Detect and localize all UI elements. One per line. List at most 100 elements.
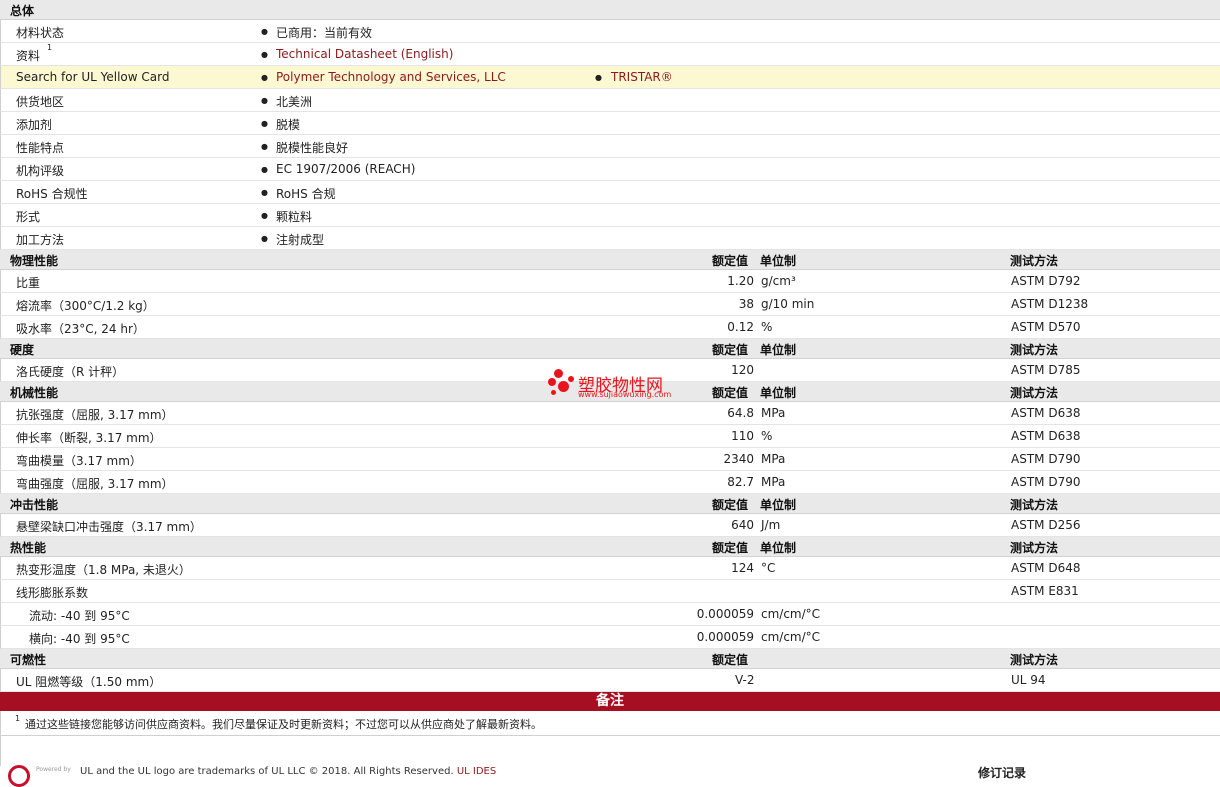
general-label: 机构评级 (16, 164, 65, 178)
bullet-icon: ● (595, 73, 602, 82)
general-row: 性能特点 ● 脱模性能良好 (0, 135, 1220, 158)
notes-header: 备注 (0, 692, 1220, 711)
bullet-icon: ● (261, 27, 268, 36)
general-value: 注射成型 (276, 233, 325, 247)
property-unit: % (761, 429, 773, 443)
general-row: 添加剂 ● 脱模 (0, 112, 1220, 135)
property-unit: g/10 min (761, 297, 815, 311)
general-label: 材料状态 (16, 26, 65, 40)
section-title: 总体 (10, 4, 35, 18)
method-column-header: 测试方法 (1010, 498, 1059, 512)
section-header: 冲击性能 额定值 单位制 测试方法 (0, 494, 1220, 514)
property-sections: 物理性能 额定值 单位制 测试方法 比重 1.20 g/cm³ ASTM D792 熔流率（30… (0, 250, 1220, 692)
note-item: 1 通过这些链接您能够访问供应商资料。我们尽量保证及时更新资料；不过您可以从供应… (0, 711, 1220, 736)
property-label: 流动: -40 到 95°C (29, 609, 130, 623)
value-column-header: 额定值 (712, 254, 749, 268)
general-row: 形式 ● 颗粒料 (0, 204, 1220, 227)
property-value: 1.20 (727, 274, 754, 288)
bullet-icon: ● (261, 119, 268, 128)
property-row: 横向: -40 到 95°C 0.000059 cm/cm/°C (0, 626, 1220, 649)
value-column-header: 额定值 (712, 653, 749, 667)
test-method: ASTM D785 (1011, 363, 1081, 377)
test-method: ASTM D256 (1011, 518, 1081, 532)
general-label: 加工方法 (16, 233, 65, 247)
bullet-icon: ● (261, 234, 268, 243)
property-value: 124 (731, 561, 754, 575)
property-row: 熔流率（300°C/1.2 kg） 38 g/10 min ASTM D1238 (0, 293, 1220, 316)
bullet-icon: ● (261, 142, 268, 151)
property-value: 82.7 (727, 475, 754, 489)
general-value: 已商用：当前有效 (276, 26, 373, 40)
property-value: 0.000059 (696, 607, 754, 621)
general-label: Search for UL Yellow Card (16, 70, 170, 84)
test-method: ASTM E831 (1011, 584, 1079, 598)
general-row: 资料 1 ● Technical Datasheet (English) (0, 43, 1220, 66)
general-label: 添加剂 (16, 118, 53, 132)
property-value: 0.12 (727, 320, 754, 334)
property-label: UL 阻燃等级（1.50 mm） (16, 675, 162, 689)
general-row: Search for UL Yellow Card ● Polymer Techno… (0, 66, 1220, 89)
property-row: 吸水率（23°C, 24 hr） 0.12% ASTM D570 (0, 316, 1220, 339)
watermark-logo-icon (548, 369, 578, 399)
general-row: 加工方法 ● 注射成型 (0, 227, 1220, 250)
test-method: ASTM D1238 (1011, 297, 1089, 311)
test-method: ASTM D570 (1011, 320, 1081, 334)
property-row: 线形膨胀系数 ASTM E831 (0, 580, 1220, 603)
test-method: ASTM D638 (1011, 429, 1081, 443)
supplier-link[interactable]: Technical Datasheet (English) (276, 47, 453, 61)
property-label: 比重 (16, 276, 41, 290)
property-value: 120 (731, 363, 754, 377)
revision-history-link[interactable]: 修订记录 (978, 764, 1026, 781)
property-label: 横向: -40 到 95°C (29, 632, 130, 646)
general-row: 材料状态 ● 已商用：当前有效 (0, 20, 1220, 43)
property-unit: cm/cm/°C (761, 630, 821, 644)
property-unit: J/m (761, 518, 781, 532)
property-label: 热变形温度（1.8 MPa, 未退火） (16, 563, 191, 577)
bullet-icon: ● (261, 96, 268, 105)
test-method: ASTM D792 (1011, 274, 1081, 288)
property-unit: g/cm³ (761, 274, 796, 288)
value-column-header: 额定值 (712, 541, 749, 555)
unit-column-header: 单位制 (760, 254, 797, 268)
property-row: 比重 1.20 g/cm³ ASTM D792 (0, 270, 1220, 293)
property-unit: cm/cm/°C (761, 607, 821, 621)
value-column-header: 额定值 (712, 343, 749, 357)
property-row: UL 阻燃等级（1.50 mm） V-2 UL 94 (0, 669, 1220, 692)
general-rows: 材料状态 ● 已商用：当前有效资料 1 ● Technical Datasheet (En… (0, 20, 1220, 250)
test-method: UL 94 (1011, 673, 1046, 687)
property-unit: °C (761, 561, 776, 575)
section-title: 可燃性 (10, 653, 47, 667)
method-column-header: 测试方法 (1010, 653, 1059, 667)
property-value: 64.8 (727, 406, 754, 420)
general-value: 脱模性能良好 (276, 141, 349, 155)
unit-column-header: 单位制 (760, 386, 797, 400)
general-value: EC 1907/2006 (REACH) (276, 162, 416, 176)
general-label: 性能特点 (16, 141, 65, 155)
supplier-link[interactable]: Polymer Technology and Services, LLC (276, 70, 506, 84)
note-text: 通过这些链接您能够访问供应商资料。我们尽量保证及时更新资料；不过您可以从供应商处… (25, 718, 542, 731)
footer: Powered by UL and the UL logo are tradem… (0, 760, 1220, 787)
property-label: 抗张强度（屈服, 3.17 mm） (16, 408, 174, 422)
general-row: 供货地区 ● 北美洲 (0, 89, 1220, 112)
method-column-header: 测试方法 (1010, 386, 1059, 400)
property-label: 弯曲强度（屈服, 3.17 mm） (16, 477, 174, 491)
property-row: 流动: -40 到 95°C 0.000059 cm/cm/°C (0, 603, 1220, 626)
general-row: RoHS 合规性 ● RoHS 合规 (0, 181, 1220, 204)
property-label: 伸长率（断裂, 3.17 mm） (16, 431, 162, 445)
property-row: 热变形温度（1.8 MPa, 未退火） 124 °C ASTM D648 (0, 557, 1220, 580)
property-label: 洛氏硬度（R 计秤） (16, 365, 125, 379)
property-value: 0.000059 (696, 630, 754, 644)
property-unit: MPa (761, 475, 786, 489)
method-column-header: 测试方法 (1010, 343, 1059, 357)
bullet-icon: ● (261, 73, 268, 82)
general-value: 脱模 (276, 118, 301, 132)
supplier-link[interactable]: TRISTAR® (611, 70, 673, 84)
property-unit: MPa (761, 452, 786, 466)
property-row: 抗张强度（屈服, 3.17 mm） 64.8 MPa ASTM D638 (0, 402, 1220, 425)
property-value: 110 (731, 429, 754, 443)
footnote-marker-wrap: 1 (47, 43, 52, 58)
property-row: 弯曲强度（屈服, 3.17 mm） 82.7 MPa ASTM D790 (0, 471, 1220, 494)
general-label: 供货地区 (16, 95, 65, 109)
property-row: 伸长率（断裂, 3.17 mm） 110% ASTM D638 (0, 425, 1220, 448)
watermark-url: www.sujiaowuxing.com (578, 390, 672, 399)
